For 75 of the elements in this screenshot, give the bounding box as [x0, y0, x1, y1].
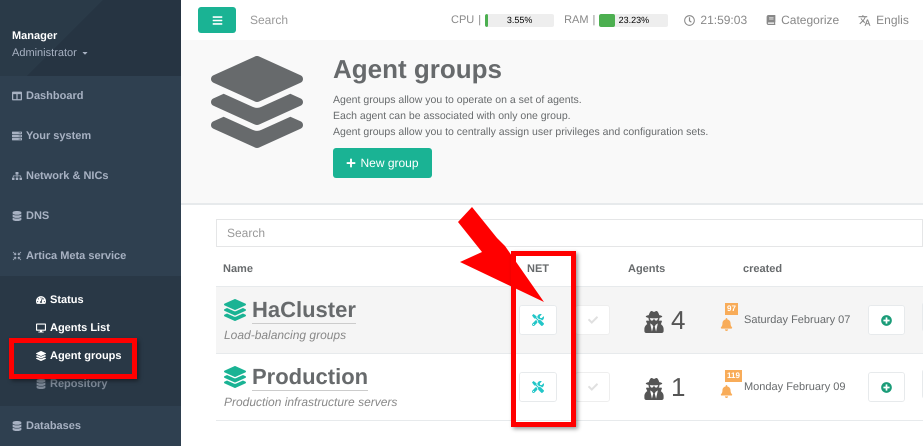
- plus-icon: [346, 158, 356, 168]
- submenu-item[interactable]: Agents List: [50, 320, 110, 336]
- meter-reading: 23.23%: [618, 14, 650, 26]
- page-title: Agent groups: [333, 54, 503, 84]
- column-header: created: [742, 262, 784, 278]
- book-icon: [766, 15, 776, 25]
- layers-icon: [224, 299, 246, 321]
- search-field[interactable]: Search: [250, 11, 440, 29]
- database-icon: [36, 379, 46, 389]
- sidebar-item[interactable]: Databases: [26, 418, 82, 434]
- translate-icon: [858, 14, 872, 26]
- sidebar-item[interactable]: Your system: [26, 128, 92, 144]
- bell-icon: [720, 318, 733, 331]
- columns-icon: [12, 91, 22, 101]
- check-button[interactable]: [575, 372, 610, 402]
- meter-reading: 3.55%: [506, 14, 534, 26]
- database-icon: [12, 421, 22, 431]
- language-link[interactable]: Englis: [876, 11, 909, 29]
- sidebar-item[interactable]: Artica Meta service: [26, 248, 126, 264]
- separator: |: [478, 12, 482, 28]
- add-button[interactable]: [868, 372, 905, 402]
- add-icon: [881, 314, 892, 326]
- group-description: Load-balancing groups: [224, 326, 348, 344]
- layers-icon: [224, 366, 246, 388]
- table-search-field[interactable]: Search: [216, 219, 923, 247]
- sidebar-item[interactable]: Network & NICs: [26, 168, 109, 184]
- group-name-link[interactable]: Production: [252, 364, 368, 390]
- sitemap-icon: [12, 171, 22, 181]
- agent-count[interactable]: 1: [671, 374, 686, 400]
- group-description: Production infrastructure servers: [224, 394, 398, 410]
- menu-button[interactable]: [198, 7, 236, 33]
- column-header: Name: [222, 262, 254, 278]
- meter-label: RAM: [564, 12, 589, 28]
- clock-icon: [684, 14, 696, 26]
- submenu-item[interactable]: Agent groups: [50, 348, 122, 364]
- add-button[interactable]: [868, 305, 905, 335]
- add-icon: [881, 382, 892, 392]
- layers-icon: [36, 351, 46, 361]
- sidebar-item[interactable]: Dashboard: [26, 88, 84, 104]
- categorize-link[interactable]: Categorize: [781, 11, 840, 29]
- user-role[interactable]: Administrator: [12, 44, 77, 61]
- check-icon: [588, 382, 598, 392]
- server-icon: [12, 131, 22, 141]
- alert-badge: 97: [725, 303, 738, 315]
- check-icon: [588, 315, 598, 325]
- alert-badge: 119: [725, 370, 742, 382]
- separator: |: [592, 12, 596, 28]
- new-group-button[interactable]: New group: [333, 148, 432, 178]
- created-date: Monday February 09: [744, 380, 846, 395]
- layers-icon: [211, 56, 303, 148]
- check-button[interactable]: [575, 305, 610, 335]
- agent-count[interactable]: 4: [671, 307, 686, 333]
- description-text: Each agent can be associated with only one group.: [333, 109, 572, 124]
- bell-icon: [720, 385, 733, 398]
- submenu-item[interactable]: Status: [50, 292, 84, 308]
- agent-icon: [643, 378, 665, 400]
- tools-icon: [532, 381, 544, 393]
- description-text: Agent groups allow you to operate on a set of agents.: [333, 93, 583, 108]
- description-text: Agent groups allow you to centrally assign user privileges and configuration sets.: [333, 125, 708, 140]
- meter-label: CPU: [451, 12, 474, 28]
- tools-button[interactable]: [518, 305, 556, 335]
- clock-time: 21:59:03: [700, 12, 748, 29]
- tools-icon: [532, 314, 544, 326]
- user-name: Manager: [12, 29, 58, 44]
- tools-button[interactable]: [518, 372, 556, 402]
- sidebar-item[interactable]: DNS: [26, 208, 50, 224]
- desktop-icon: [36, 323, 46, 333]
- column-header: Agents: [627, 262, 666, 278]
- menu-icon: [212, 14, 222, 26]
- database-icon: [12, 211, 22, 221]
- gauge-icon: [36, 295, 46, 305]
- group-name-link[interactable]: HaCluster: [252, 296, 356, 324]
- column-header: NET: [526, 262, 550, 278]
- created-date: Saturday February 07: [744, 312, 850, 328]
- agent-icon: [643, 311, 665, 333]
